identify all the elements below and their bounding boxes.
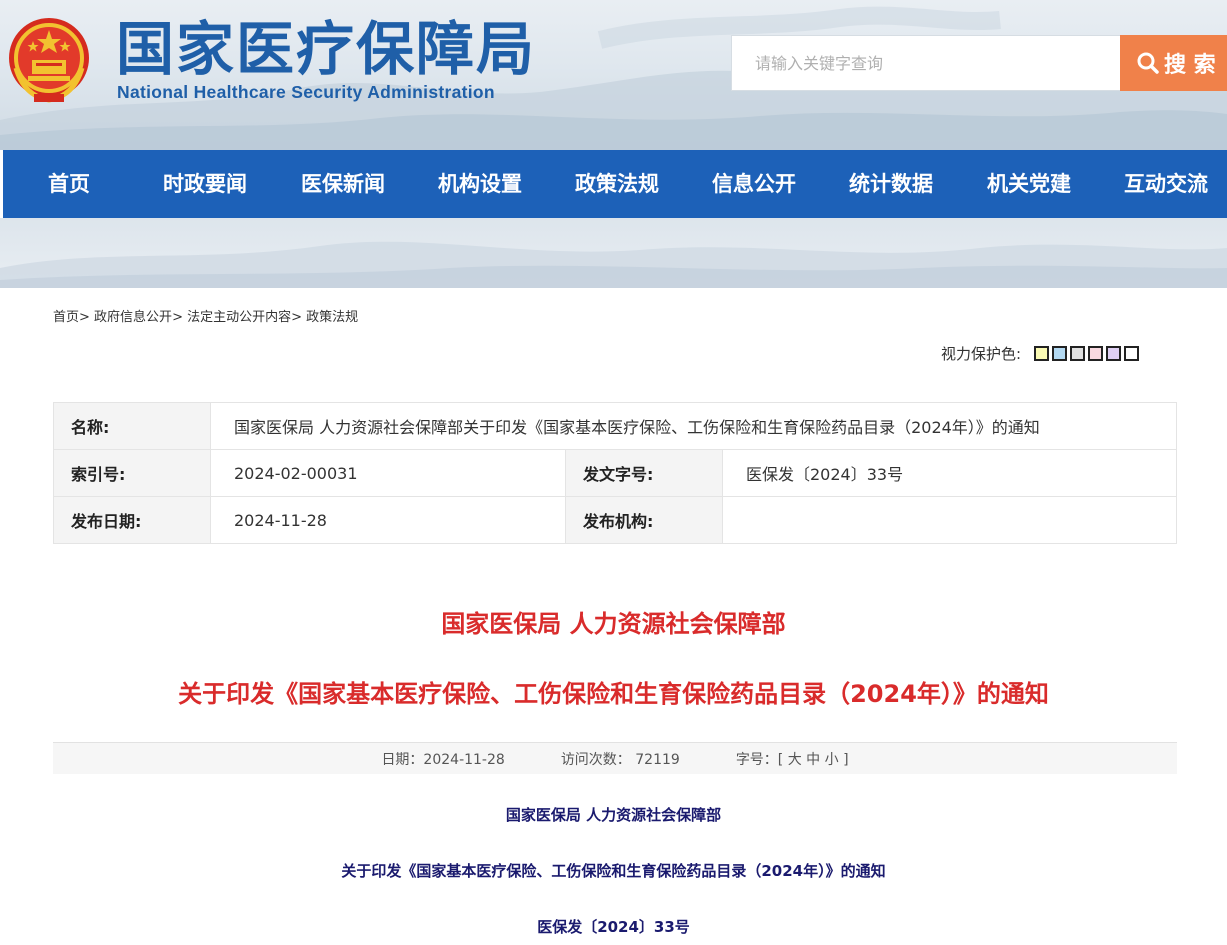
- eye-care-swatch-yellow[interactable]: [1034, 346, 1050, 361]
- nav-item-news[interactable]: 时政要闻: [163, 150, 247, 218]
- nav-item-organization[interactable]: 机构设置: [438, 150, 522, 218]
- header-banner-lower: [0, 218, 1227, 288]
- site-logo-title: 国家医疗保障局: [116, 15, 537, 83]
- search-input[interactable]: [732, 36, 1120, 90]
- eye-care-swatch-gray[interactable]: [1070, 346, 1086, 361]
- nav-item-interaction[interactable]: 互动交流: [1124, 150, 1208, 218]
- mountain-background-lower: [0, 241, 1227, 288]
- breadcrumb-policy[interactable]: 政策法规: [306, 310, 358, 325]
- publisher-label: 发布机构:: [565, 496, 723, 544]
- publish-date-label: 发布日期:: [53, 496, 211, 544]
- breadcrumb-gov-info[interactable]: 政府信息公开: [94, 310, 172, 325]
- article-body-line: 医保发〔2024〕33号: [537, 918, 690, 936]
- nav-item-statistics[interactable]: 统计数据: [849, 150, 933, 218]
- breadcrumb-home[interactable]: 首页: [53, 310, 79, 325]
- article-body-line: 国家医保局 人力资源社会保障部: [505, 806, 722, 824]
- publisher-value: [722, 496, 1177, 544]
- table-row: 发布日期: 2024-11-28 发布机构:: [53, 496, 1177, 544]
- nav-item-party[interactable]: 机关党建: [987, 150, 1071, 218]
- publish-date-value: 2024-11-28: [210, 496, 566, 544]
- national-emblem-icon: [9, 18, 89, 103]
- eye-care-label: 视力保护色:: [941, 345, 1022, 363]
- search-box: [731, 35, 1121, 91]
- index-label: 索引号:: [53, 449, 211, 497]
- search-icon: [1137, 52, 1159, 74]
- nav-item-medical-news[interactable]: 医保新闻: [301, 150, 385, 218]
- doc-number-label: 发文字号:: [565, 449, 723, 497]
- article-title-line2: 关于印发《国家基本医疗保险、工伤保险和生育保险药品目录（2024年）》的通知: [178, 680, 1049, 708]
- nav-item-disclosure[interactable]: 信息公开: [712, 150, 796, 218]
- eye-care-swatch-purple[interactable]: [1106, 346, 1122, 361]
- site-logo-subtitle: National Healthcare Security Administrat…: [117, 82, 495, 102]
- document-info-table: 名称: 国家医保局 人力资源社会保障部关于印发《国家基本医疗保险、工伤保险和生育…: [53, 402, 1177, 544]
- article-date: 日期：2024-11-28: [381, 751, 505, 768]
- search-button-label: 搜 索: [1164, 53, 1216, 78]
- name-label: 名称:: [53, 402, 211, 450]
- site-header: 国家医疗保障局 National Healthcare Security Adm…: [0, 0, 1227, 150]
- index-value: 2024-02-00031: [210, 449, 566, 497]
- nav-item-policy[interactable]: 政策法规: [575, 150, 659, 218]
- search-button[interactable]: 搜 索: [1120, 35, 1227, 91]
- article-title-line1: 国家医保局 人力资源社会保障部: [441, 610, 786, 638]
- eye-care-swatch-white[interactable]: [1124, 346, 1140, 361]
- breadcrumb: 首页> 政府信息公开> 法定主动公开内容> 政策法规: [53, 310, 359, 325]
- eye-care-color-picker: 视力保护色:: [941, 343, 1140, 364]
- main-nav: 首页 时政要闻 医保新闻 机构设置 政策法规 信息公开 统计数据 机关党建 互动…: [3, 150, 1227, 218]
- doc-number-value: 医保发〔2024〕33号: [722, 449, 1177, 497]
- table-row: 名称: 国家医保局 人力资源社会保障部关于印发《国家基本医疗保险、工伤保险和生育…: [53, 402, 1177, 450]
- breadcrumb-public-content[interactable]: 法定主动公开内容: [187, 310, 291, 325]
- article-meta-bar: 日期：2024-11-28 访问次数： 72119 字号：[ 大 中 小 ]: [53, 742, 1177, 774]
- name-value: 国家医保局 人力资源社会保障部关于印发《国家基本医疗保险、工伤保险和生育保险药品…: [210, 402, 1177, 450]
- nav-item-home[interactable]: 首页: [48, 150, 90, 218]
- article-body-line: 关于印发《国家基本医疗保险、工伤保险和生育保险药品目录（2024年）》的通知: [341, 862, 886, 880]
- table-row: 索引号: 2024-02-00031 发文字号: 医保发〔2024〕33号: [53, 449, 1177, 497]
- eye-care-swatch-pink[interactable]: [1088, 346, 1104, 361]
- article-views: 访问次数： 72119: [560, 751, 680, 768]
- eye-care-swatch-blue[interactable]: [1052, 346, 1068, 361]
- font-size-switcher[interactable]: 字号：[ 大 中 小 ]: [736, 749, 849, 769]
